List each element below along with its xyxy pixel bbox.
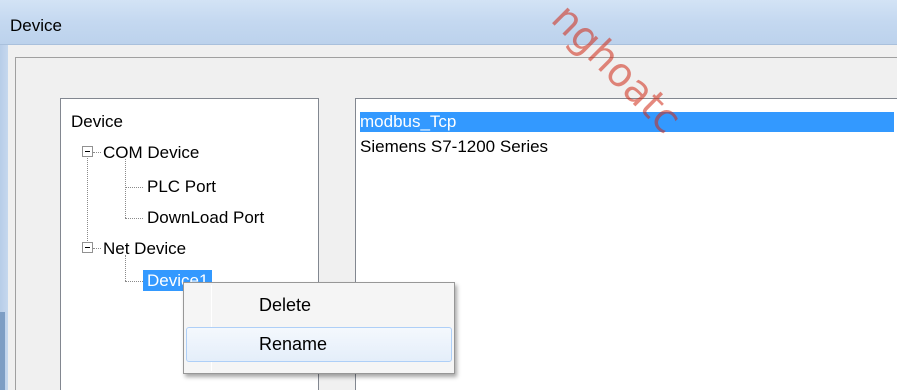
list-item-selected[interactable]: modbus_Tcp — [360, 112, 894, 132]
tree-node-device-root[interactable]: Device — [71, 111, 123, 132]
tree-line — [93, 152, 101, 153]
context-menu: Delete Rename — [183, 282, 455, 374]
tree-line — [87, 151, 88, 247]
tree-line — [125, 281, 143, 282]
menu-item-rename[interactable]: Rename — [186, 327, 452, 362]
tree-line — [125, 187, 143, 188]
collapse-icon[interactable] — [82, 242, 93, 253]
window-titlebar[interactable]: Device — [0, 0, 897, 45]
menu-item-label: Delete — [259, 295, 312, 315]
tree-node-download-port[interactable]: DownLoad Port — [147, 207, 264, 228]
window-title: Device — [10, 16, 62, 35]
tree-line — [125, 159, 126, 218]
tree-node-com-device[interactable]: COM Device — [103, 142, 199, 163]
tree-line — [93, 248, 101, 249]
collapse-icon[interactable] — [82, 146, 93, 157]
list-item[interactable]: Siemens S7-1200 Series — [360, 137, 548, 157]
tree-node-plc-port[interactable]: PLC Port — [147, 176, 216, 197]
window-frame-accent — [0, 312, 5, 390]
menu-item-delete[interactable]: Delete — [186, 288, 452, 323]
tree-node-net-device[interactable]: Net Device — [103, 238, 186, 259]
menu-item-label: Rename — [259, 334, 328, 354]
tree-line — [125, 255, 126, 281]
tree-line — [125, 218, 143, 219]
